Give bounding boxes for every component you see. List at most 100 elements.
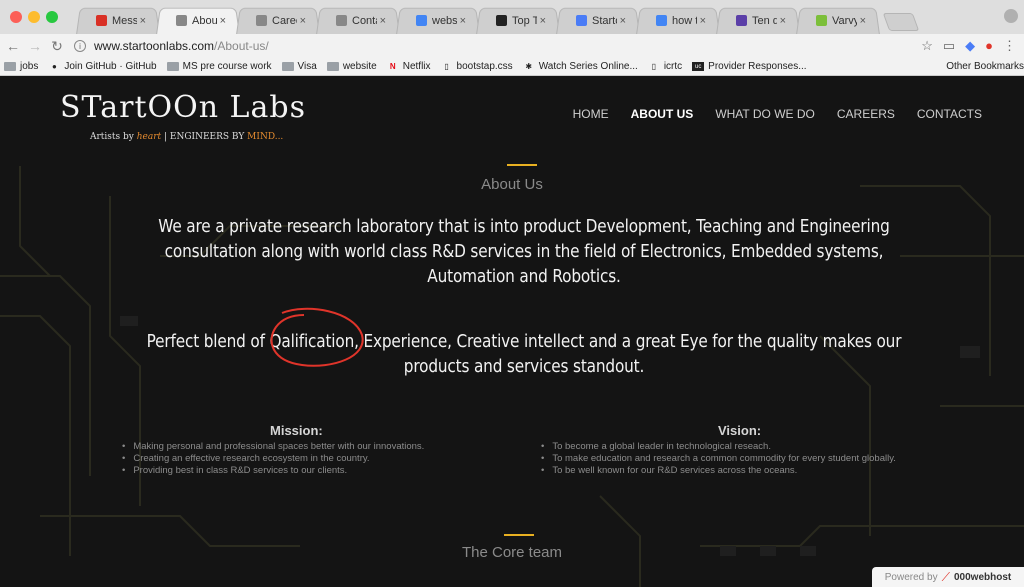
list-item: To become a global leader in technologic…	[541, 441, 896, 453]
browser-tab[interactable]: Startoonla×	[552, 7, 644, 34]
close-window-icon[interactable]	[10, 11, 22, 23]
list-item: Creating an effective research ecosystem…	[122, 453, 424, 465]
tab-title: About	[192, 14, 217, 27]
mission-title: Mission:	[270, 423, 323, 438]
folder-icon	[281, 62, 294, 71]
tab-title: website de	[432, 14, 457, 27]
bookmark-item[interactable]: ● Join GitHub · GitHub	[48, 61, 157, 72]
tab-title: how to tes	[672, 14, 697, 27]
bookmark-item[interactable]: Visa	[281, 61, 317, 72]
close-tab-icon[interactable]: ×	[300, 15, 306, 27]
star-icon[interactable]: ☆	[921, 38, 933, 54]
maximize-window-icon[interactable]	[46, 11, 58, 23]
bookmark-item[interactable]: MS pre course work	[166, 61, 272, 72]
nav-item[interactable]: ABOUT US	[631, 107, 694, 121]
extension-icon[interactable]: ◆	[965, 38, 975, 54]
page-icon	[336, 15, 347, 26]
reload-icon[interactable]: ↻	[48, 38, 66, 55]
about-paragraph-2: Perfect blend of Qalification, Experienc…	[146, 331, 902, 377]
section-divider	[504, 534, 534, 536]
web-page: STartOOn Labs Artists by heart | ENGINEE…	[0, 76, 1024, 587]
series-icon: ✱	[525, 62, 533, 71]
close-tab-icon[interactable]: ×	[140, 15, 146, 27]
file-icon: ▯	[444, 62, 449, 71]
section-divider	[507, 164, 537, 166]
bookmark-item[interactable]: ✱ Watch Series Online...	[523, 61, 637, 72]
new-tab-button[interactable]	[882, 13, 920, 31]
about-title: About Us	[481, 176, 543, 193]
site-logo[interactable]: STartOOn Labs Artists by heart | ENGINEE…	[60, 90, 306, 142]
folder-icon	[4, 62, 16, 71]
back-icon[interactable]: ←	[4, 38, 22, 54]
bookmark-item[interactable]: jobs	[4, 61, 38, 72]
gmail-icon	[96, 15, 107, 26]
page-icon	[256, 15, 267, 26]
close-tab-icon[interactable]: ×	[460, 15, 466, 27]
browser-tab[interactable]: Message (×	[72, 7, 164, 34]
tab-list: Message (×About×Careers×Contacts×website…	[72, 7, 920, 34]
bookmark-item[interactable]: N Netflix	[387, 61, 431, 72]
page-icon	[176, 15, 187, 26]
other-bookmarks[interactable]: Other Bookmarks	[946, 61, 1024, 72]
nav-item[interactable]: CONTACTS	[917, 107, 982, 121]
tab-title: Top Ten Re	[512, 14, 537, 27]
list-item: Making personal and professional spaces …	[122, 441, 424, 453]
red-circle-annotation	[270, 307, 364, 367]
logo-icon	[496, 15, 507, 26]
browser-tab[interactable]: website de×	[392, 7, 484, 34]
mission-list: Making personal and professional spaces …	[122, 441, 424, 477]
netflix-icon: N	[389, 62, 396, 71]
logo-text: STartOOn Labs	[60, 90, 306, 125]
tab-title: Ten quick	[752, 14, 777, 27]
forward-icon[interactable]: →	[26, 38, 44, 54]
list-item: To be well known for our R&D services ac…	[541, 465, 896, 477]
uc-icon: uc	[692, 62, 705, 71]
close-tab-icon[interactable]: ×	[780, 15, 786, 27]
bookmark-item[interactable]: website	[326, 61, 377, 72]
close-tab-icon[interactable]: ×	[860, 15, 866, 27]
tab-title: Message (	[112, 14, 137, 27]
w-icon	[736, 15, 747, 26]
browser-tab[interactable]: Contacts×	[312, 7, 404, 34]
powered-by-badge[interactable]: Powered by ⟋ 000webhost	[872, 567, 1024, 587]
bookmark-item[interactable]: uc Provider Responses...	[692, 61, 807, 72]
address-bar[interactable]: i www.startoonlabs.com/About-us/	[74, 39, 269, 53]
github-icon: ●	[51, 62, 57, 71]
docs-icon	[576, 15, 587, 26]
file-icon: ▯	[651, 62, 657, 71]
browser-tab[interactable]: Ten quick×	[712, 7, 804, 34]
close-tab-icon[interactable]: ×	[380, 15, 386, 27]
browser-tab[interactable]: About×	[152, 7, 244, 34]
bookmark-item[interactable]: ▯ bootstap.css	[441, 61, 512, 72]
adblock-icon[interactable]: ●	[985, 38, 993, 54]
folder-icon	[166, 62, 179, 71]
cast-icon[interactable]: ▭	[943, 38, 955, 54]
toolbar-actions: ☆ ▭ ◆ ● ⋮	[921, 38, 1016, 54]
tab-title: Contacts	[352, 14, 377, 27]
vision-title: Vision:	[718, 423, 762, 438]
google-icon	[656, 15, 667, 26]
tab-title: Varvy SEO	[832, 14, 857, 27]
close-tab-icon[interactable]: ×	[220, 15, 226, 27]
nav-item[interactable]: HOME	[573, 107, 609, 121]
minimize-window-icon[interactable]	[28, 11, 40, 23]
browser-tab[interactable]: Varvy SEO×	[792, 7, 884, 34]
menu-icon[interactable]: ⋮	[1003, 38, 1016, 54]
browser-tab[interactable]: Careers×	[232, 7, 324, 34]
core-team-title: The Core team	[461, 544, 563, 561]
browser-tab[interactable]: how to tes×	[632, 7, 724, 34]
nav-item[interactable]: CAREERS	[837, 107, 895, 121]
logo-tagline: Artists by heart | ENGINEERS BY MIND...	[90, 132, 284, 142]
close-tab-icon[interactable]: ×	[620, 15, 626, 27]
close-tab-icon[interactable]: ×	[700, 15, 706, 27]
bookmarks-bar: jobs ● Join GitHub · GitHub MS pre course w…	[0, 58, 1024, 76]
browser-tab[interactable]: Top Ten Re×	[472, 7, 564, 34]
bookmark-item[interactable]: ▯ icrtc	[648, 61, 683, 72]
close-tab-icon[interactable]: ×	[540, 15, 546, 27]
nav-item[interactable]: WHAT DO WE DO	[715, 107, 815, 121]
list-item: To make education and research a common …	[541, 453, 896, 465]
profile-icon[interactable]	[1004, 9, 1018, 23]
info-icon[interactable]: i	[74, 40, 86, 52]
webhost-logo-icon: ⟋	[941, 569, 950, 584]
folder-icon	[326, 62, 339, 71]
